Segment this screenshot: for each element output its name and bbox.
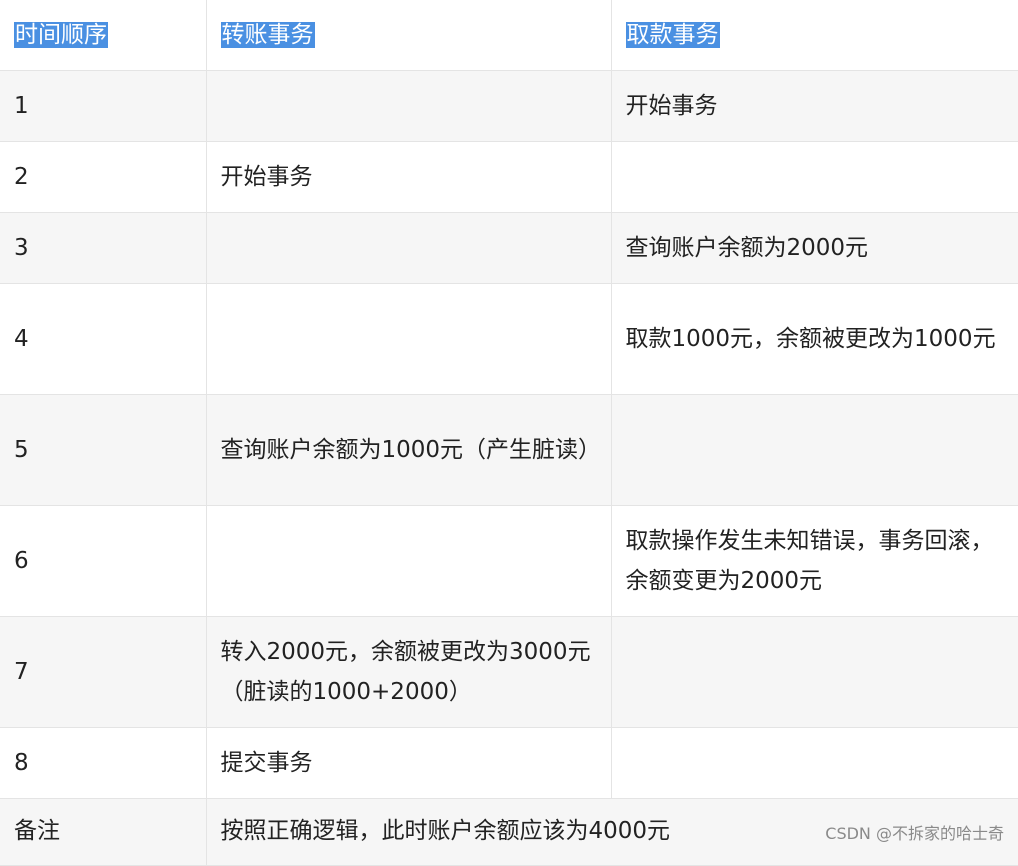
table-row: 5 查询账户余额为1000元（产生脏读）	[0, 394, 1018, 506]
order-cell: 6	[0, 505, 207, 617]
order-cell: 8	[0, 727, 207, 799]
header-order: 时间顺序	[14, 22, 108, 48]
table-row: 8 提交事务	[0, 727, 1018, 799]
withdraw-cell: 取款操作发生未知错误，事务回滚，余额变更为2000元	[610, 505, 1018, 617]
table-header-row: 时间顺序 转账事务 取款事务	[0, 0, 1018, 71]
header-transfer: 转账事务	[220, 22, 315, 48]
header-withdraw: 取款事务	[625, 22, 720, 48]
withdraw-cell: 开始事务	[610, 70, 1018, 142]
withdraw-cell	[610, 141, 1018, 213]
remarks-label: 备注	[0, 798, 207, 866]
table-row: 7 转入2000元，余额被更改为3000元（脏读的1000+2000）	[0, 616, 1018, 728]
transfer-cell: 开始事务	[205, 141, 612, 213]
header-cell: 转账事务	[205, 0, 612, 71]
table-row: 4 取款1000元，余额被更改为1000元	[0, 283, 1018, 395]
order-cell: 3	[0, 212, 207, 284]
transfer-cell	[205, 70, 612, 142]
table-row: 3 查询账户余额为2000元	[0, 212, 1018, 284]
table-row: 2 开始事务	[0, 141, 1018, 213]
transfer-cell	[205, 283, 612, 395]
watermark: CSDN @不拆家的哈士奇	[825, 824, 1004, 843]
order-cell: 2	[0, 141, 207, 213]
transfer-cell: 提交事务	[205, 727, 612, 799]
withdraw-cell: 查询账户余额为2000元	[610, 212, 1018, 284]
order-cell: 1	[0, 70, 207, 142]
table-row: 1 开始事务	[0, 70, 1018, 142]
order-cell: 4	[0, 283, 207, 395]
header-cell: 取款事务	[610, 0, 1018, 71]
transfer-cell	[205, 212, 612, 284]
transfer-cell: 查询账户余额为1000元（产生脏读）	[205, 394, 612, 506]
header-cell: 时间顺序	[0, 0, 207, 71]
transaction-table: 时间顺序 转账事务 取款事务 1 开始事务 2 开始事务 3 查询账户余额为20…	[0, 0, 1018, 866]
table-row: 6 取款操作发生未知错误，事务回滚，余额变更为2000元	[0, 505, 1018, 617]
transfer-cell	[205, 505, 612, 617]
withdraw-cell	[610, 727, 1018, 799]
withdraw-cell: 取款1000元，余额被更改为1000元	[610, 283, 1018, 395]
withdraw-cell	[610, 616, 1018, 728]
order-cell: 7	[0, 616, 207, 728]
transfer-cell: 转入2000元，余额被更改为3000元（脏读的1000+2000）	[205, 616, 612, 728]
withdraw-cell	[610, 394, 1018, 506]
order-cell: 5	[0, 394, 207, 506]
